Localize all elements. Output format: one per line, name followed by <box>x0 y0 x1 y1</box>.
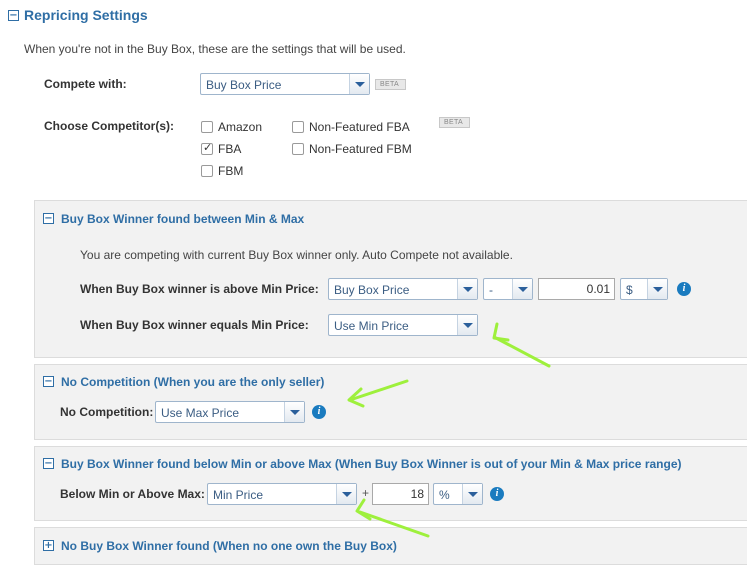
annotation-arrows <box>347 322 551 538</box>
arrow-icon <box>358 510 430 538</box>
arrow-head-icon <box>355 498 372 521</box>
arrow-head-icon <box>492 322 510 342</box>
arrow-icon <box>494 336 551 368</box>
